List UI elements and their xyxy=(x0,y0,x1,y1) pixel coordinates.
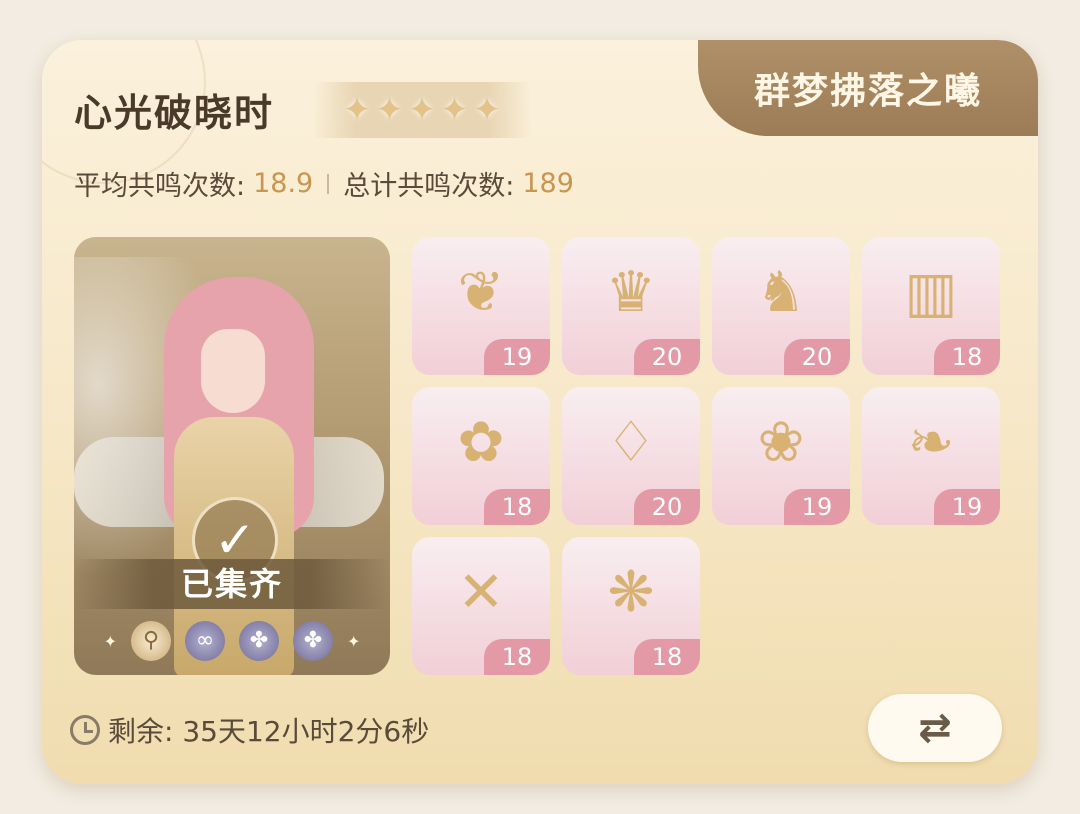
item-slot[interactable]: ❦ 19 xyxy=(412,237,550,375)
remaining-time: 剩余: 35天12小时2分6秒 xyxy=(70,710,429,750)
star-icon: ✦ xyxy=(440,90,469,130)
sparkle-icon: ✦ xyxy=(103,631,117,651)
collection-tab[interactable]: 群梦拂落之曦 xyxy=(698,40,1038,136)
avg-resonance-value: 18.9 xyxy=(253,168,314,199)
item-grid: ❦ 19 ♛ 20 ♞ 20 ▥ 18 ✿ 18 ♢ 20 ❀ 19 ❧ 19 ✕ 18 ❋ 18 xyxy=(412,237,1000,675)
item-slot[interactable]: ♞ 20 xyxy=(712,237,850,375)
item-count-badge: 20 xyxy=(784,339,850,375)
feather-hair-accessory-icon: ❦ xyxy=(457,259,505,325)
item-count-badge: 18 xyxy=(484,489,550,525)
rarity-stars: ✦ ✦ ✦ ✦ ✦ xyxy=(312,82,532,138)
clock-icon xyxy=(70,715,100,745)
gem-row: ✦ ⚲ ∞ ✤ ✤ ✦ xyxy=(74,621,390,661)
floral-chain-icon: ✿ xyxy=(457,409,505,475)
item-count-badge: 20 xyxy=(634,339,700,375)
remaining-time-text: 剩余: 35天12小时2分6秒 xyxy=(108,715,430,748)
key-gem-icon[interactable]: ⚲ xyxy=(131,621,171,661)
stats-divider xyxy=(327,173,330,194)
swap-button[interactable]: ⇄ xyxy=(868,694,1002,762)
star-icon: ✦ xyxy=(472,90,502,130)
collection-tab-label: 群梦拂落之曦 xyxy=(753,71,982,112)
item-slot[interactable]: ✕ 18 xyxy=(412,537,550,675)
item-slot[interactable]: ✿ 18 xyxy=(412,387,550,525)
heeled-shoes-icon: ♞ xyxy=(755,259,807,325)
total-resonance-label: 总计共鸣次数: xyxy=(343,171,515,202)
pearl-collar-icon: ❧ xyxy=(907,409,955,475)
item-slot[interactable]: ❋ 18 xyxy=(562,537,700,675)
item-count-badge: 19 xyxy=(784,489,850,525)
resonance-stats: 平均共鸣次数: 18.9 总计共鸣次数: 189 xyxy=(74,164,574,203)
star-icon: ✦ xyxy=(407,90,437,130)
star-icon: ✦ xyxy=(342,90,372,130)
item-slot[interactable]: ▥ 18 xyxy=(862,237,1000,375)
infinity-gem-icon[interactable]: ∞ xyxy=(185,621,225,661)
outfit-card: 群梦拂落之曦 心光破晓时 ✦ ✦ ✦ ✦ ✦ 平均共鸣次数: 18.9 总计共鸣… xyxy=(42,40,1038,784)
swap-arrows-icon: ⇄ xyxy=(918,705,952,751)
item-count-badge: 20 xyxy=(634,489,700,525)
outfit-portrait[interactable]: ✓ 已集齐 ✦ ⚲ ∞ ✤ ✤ ✦ xyxy=(74,237,390,675)
outfit-title: 心光破晓时 xyxy=(74,91,275,135)
item-count-badge: 19 xyxy=(484,339,550,375)
scepter-icon: ✕ xyxy=(457,559,505,625)
arm-wraps-icon: ▥ xyxy=(904,259,958,325)
wing-ornament-icon: ❋ xyxy=(607,559,655,625)
clover-gem-icon[interactable]: ✤ xyxy=(239,621,279,661)
item-slot[interactable]: ❧ 19 xyxy=(862,387,1000,525)
sparkle-icon: ✦ xyxy=(347,631,361,651)
item-slot[interactable]: ♛ 20 xyxy=(562,237,700,375)
item-slot[interactable]: ❀ 19 xyxy=(712,387,850,525)
star-icon: ✦ xyxy=(375,90,404,130)
avg-resonance-label: 平均共鸣次数: xyxy=(74,171,246,202)
earrings-icon: ♢ xyxy=(605,409,657,475)
total-resonance-value: 189 xyxy=(522,168,574,199)
item-count-badge: 19 xyxy=(934,489,1000,525)
portrait-face xyxy=(201,329,265,413)
collected-status: 已集齐 xyxy=(74,559,390,609)
item-count-badge: 18 xyxy=(934,339,1000,375)
item-count-badge: 18 xyxy=(634,639,700,675)
item-count-badge: 18 xyxy=(484,639,550,675)
item-slot[interactable]: ♢ 20 xyxy=(562,387,700,525)
gown-icon: ♛ xyxy=(605,259,657,325)
clover-gem-icon[interactable]: ✤ xyxy=(293,621,333,661)
pink-hairstyle-icon: ❀ xyxy=(757,409,805,475)
